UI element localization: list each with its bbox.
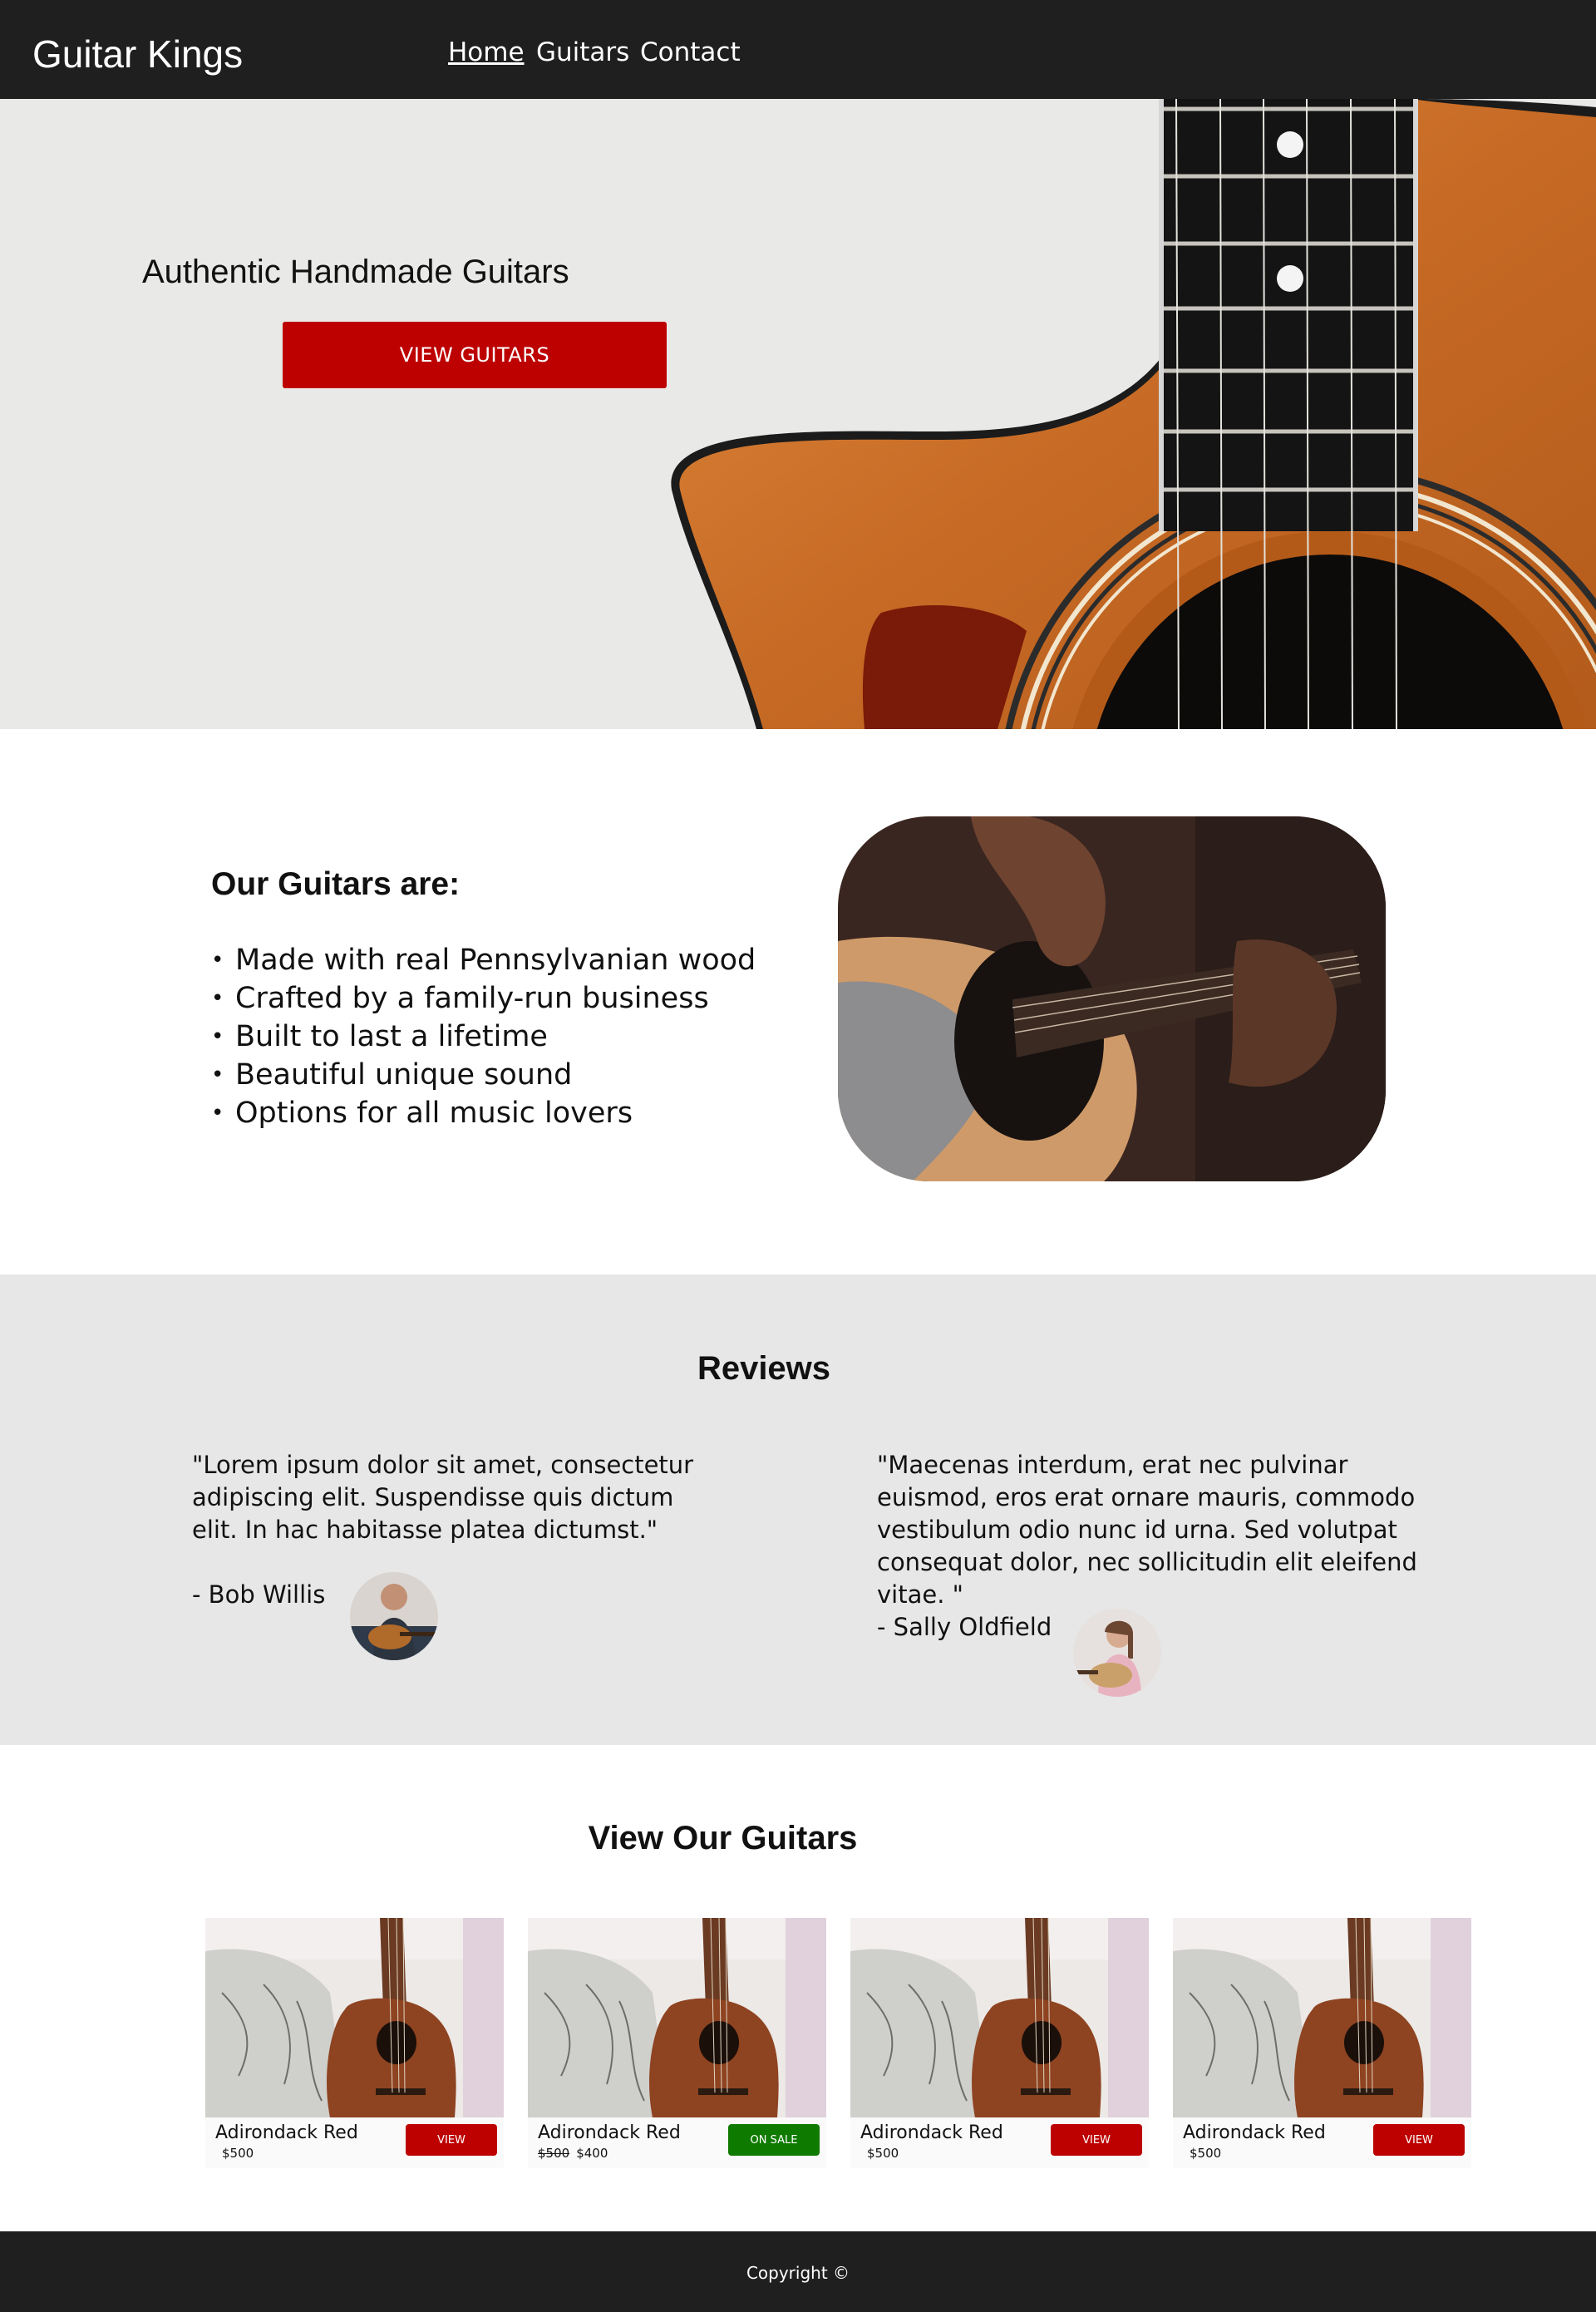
hero-title: Authentic Handmade Guitars (142, 254, 569, 290)
features-list: Made with real Pennsylvanian wood Crafte… (211, 941, 756, 1132)
copyright-text: Copyright © (746, 2263, 850, 2283)
review-text: "Maecenas interdum, erat nec pulvinar eu… (877, 1451, 1417, 1609)
hero-guitar-image (0, 99, 1596, 729)
reviews-title: Reviews (697, 1350, 831, 1387)
review-author: - Sally Oldfield (877, 1613, 1052, 1641)
product-name: Adirondack Red (1183, 2122, 1326, 2143)
product-card[interactable]: Adirondack Red $500 VIEW (850, 1918, 1149, 2168)
product-image[interactable] (850, 1918, 1149, 2117)
product-price: $500 (1183, 2146, 1221, 2161)
nav-link-home[interactable]: Home (448, 37, 525, 67)
product-card[interactable]: Adirondack Red $500 VIEW (205, 1918, 504, 2168)
view-guitars-button[interactable]: VIEW GUITARS (283, 322, 667, 388)
brand-logo[interactable]: Guitar Kings (32, 32, 243, 76)
product-card[interactable]: Adirondack Red $500 VIEW (1173, 1918, 1471, 2168)
product-price: $500 $400 (538, 2146, 608, 2161)
product-name: Adirondack Red (215, 2122, 358, 2143)
nav-link-contact[interactable]: Contact (640, 37, 741, 67)
product-name: Adirondack Red (860, 2122, 1003, 2143)
products-title: View Our Guitars (588, 1820, 858, 1856)
list-item: Built to last a lifetime (211, 1018, 756, 1056)
list-item: Beautiful unique sound (211, 1056, 756, 1094)
avatar (350, 1572, 438, 1660)
list-item: Made with real Pennsylvanian wood (211, 941, 756, 979)
footer: Copyright © (0, 2231, 1596, 2312)
product-image[interactable] (528, 1918, 826, 2117)
product-image[interactable] (1173, 1918, 1471, 2117)
product-card[interactable]: Adirondack Red $500 $400 ON SALE (528, 1918, 826, 2168)
product-current-price: $500 (222, 2146, 254, 2161)
guitar-playing-photo (838, 816, 1386, 1181)
review-text: "Lorem ipsum dolor sit amet, consectetur… (192, 1451, 694, 1544)
list-item: Crafted by a family-run business (211, 979, 756, 1018)
navbar: Guitar Kings Home Guitars Contact (0, 0, 1596, 99)
product-name: Adirondack Red (538, 2122, 681, 2143)
review-author: - Bob Willis (192, 1580, 326, 1609)
view-button[interactable]: VIEW (1373, 2124, 1465, 2156)
product-current-price: $500 (867, 2146, 899, 2161)
reviews-section: Reviews "Lorem ipsum dolor sit amet, con… (0, 1274, 1596, 1745)
view-button[interactable]: VIEW (406, 2124, 497, 2156)
product-price: $500 (860, 2146, 899, 2161)
product-image[interactable] (205, 1918, 504, 2117)
features-title: Our Guitars are: (211, 866, 461, 902)
product-old-price: $500 (538, 2146, 570, 2161)
on-sale-button[interactable]: ON SALE (728, 2124, 820, 2156)
view-button[interactable]: VIEW (1051, 2124, 1142, 2156)
hero-banner: Authentic Handmade Guitars VIEW GUITARS (0, 99, 1596, 729)
features-section: Our Guitars are: Made with real Pennsylv… (0, 729, 1596, 1274)
product-current-price: $500 (1190, 2146, 1222, 2161)
list-item: Options for all music lovers (211, 1094, 756, 1132)
nav-link-guitars[interactable]: Guitars (536, 37, 629, 67)
avatar (1073, 1609, 1161, 1697)
product-price: $500 (215, 2146, 254, 2161)
product-current-price: $400 (576, 2146, 608, 2161)
